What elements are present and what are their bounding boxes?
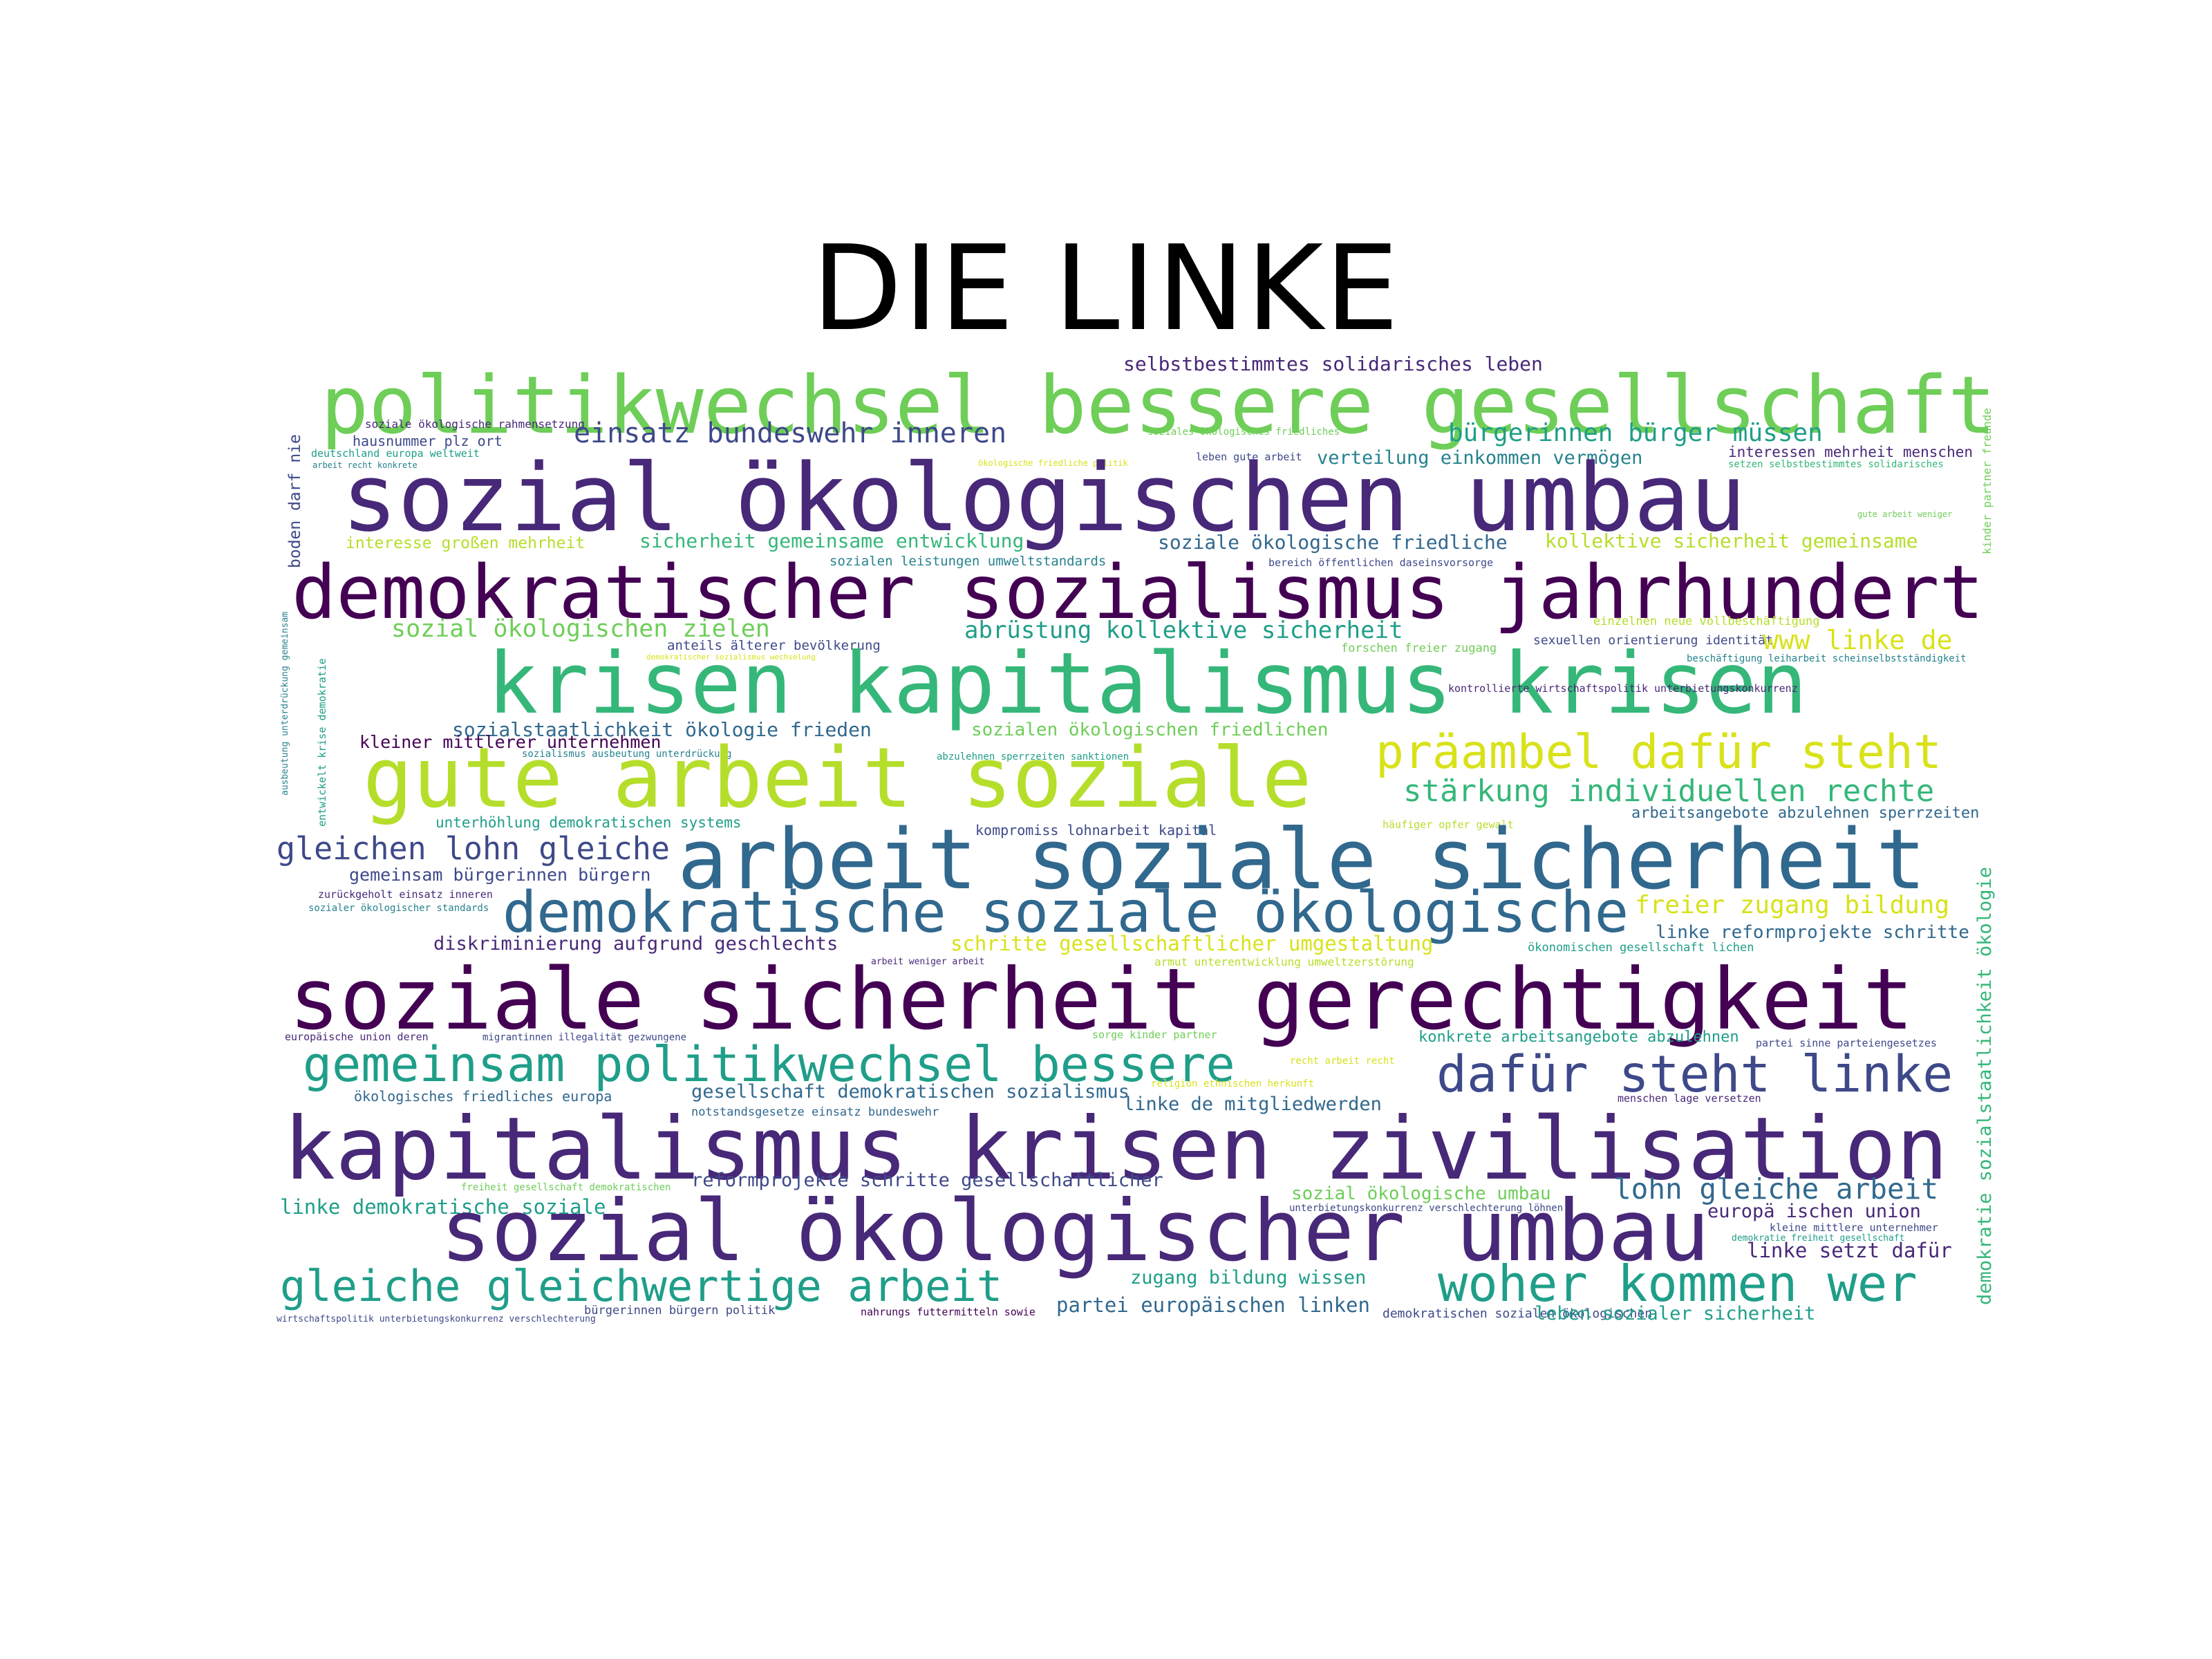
cloud-word: soziales ökologisches friedliches bbox=[1147, 427, 1340, 438]
cloud-word: partei europäischen linken bbox=[1056, 1293, 1370, 1317]
cloud-word: soziale ökologische friedliche bbox=[1158, 531, 1508, 554]
cloud-word: boden darf nie bbox=[286, 434, 304, 568]
cloud-word: gleichen lohn gleiche bbox=[276, 830, 670, 867]
cloud-word: kleine mittlere unternehmer bbox=[1770, 1221, 1938, 1234]
cloud-word: gute arbeit soziale bbox=[363, 731, 1312, 827]
cloud-word: gleiche gleichwertige arbeit bbox=[280, 1261, 1003, 1311]
cloud-word: sozial ökologischen umbau bbox=[341, 444, 1746, 552]
cloud-word: demokratie sozialstaatlichkeit ökologie bbox=[1974, 867, 1996, 1305]
wordcloud-title: DIE LINKE bbox=[812, 221, 1400, 357]
cloud-word: wirtschaftspolitik unterbietungskonkurre… bbox=[276, 1314, 596, 1324]
cloud-word: interesse großen mehrheit bbox=[346, 534, 585, 552]
cloud-word: religion ethnischen herkunft bbox=[1151, 1078, 1315, 1089]
cloud-word: leben sozialer sicherheit bbox=[1535, 1303, 1816, 1324]
cloud-word: soziale ökologische rahmensetzung bbox=[365, 418, 585, 431]
cloud-word: kollektive sicherheit gemeinsame bbox=[1545, 529, 1918, 552]
cloud-word: woher kommen wer bbox=[1438, 1255, 1918, 1313]
cloud-word: sozialer ökologischer standards bbox=[308, 903, 489, 914]
cloud-word: sicherheit gemeinsame entwicklung bbox=[639, 529, 1024, 552]
cloud-word: ausbeutung unterdrückung gemeinsam bbox=[280, 611, 290, 796]
cloud-word: nahrungs futtermitteln sowie bbox=[861, 1306, 1035, 1318]
cloud-word: freier zugang bildung bbox=[1635, 891, 1950, 919]
cloud-word: stärkung individuellen rechte bbox=[1403, 774, 1935, 809]
cloud-word: kontrollierte wirtschaftspolitik unterbi… bbox=[1448, 682, 1798, 695]
cloud-word: einsatz bundeswehr inneren bbox=[574, 418, 1007, 449]
cloud-word: kinder partner freunde bbox=[1980, 408, 1994, 554]
word-cloud: selbstbestimmtes solidarisches leben pol… bbox=[276, 349, 2005, 1338]
cloud-word: recht arbeit recht bbox=[1290, 1056, 1395, 1067]
cloud-word: gute arbeit weniger bbox=[1857, 509, 1953, 519]
cloud-word: linke reformprojekte schritte bbox=[1656, 922, 1969, 943]
cloud-word: zugang bildung wissen bbox=[1130, 1267, 1367, 1288]
cloud-word: interessen mehrheit menschen bbox=[1728, 444, 1974, 460]
cloud-word: präambel dafür steht bbox=[1376, 725, 1942, 780]
cloud-word: bürgerinnen bürger müssen bbox=[1448, 419, 1823, 447]
cloud-word: setzen selbstbestimmtes solidarisches bbox=[1728, 459, 1944, 470]
cloud-word: entwickelt krise demokratie bbox=[316, 658, 328, 827]
cloud-word: zurückgeholt einsatz inneren bbox=[318, 888, 493, 901]
cloud-word: europä ischen union bbox=[1707, 1201, 1921, 1222]
cloud-word: konkrete arbeitsangebote abzulehnen bbox=[1418, 1029, 1739, 1046]
cloud-word: bürgerinnen bürgern politik bbox=[584, 1304, 776, 1318]
cloud-word: gesellschaft demokratischen sozialismus bbox=[691, 1081, 1130, 1103]
